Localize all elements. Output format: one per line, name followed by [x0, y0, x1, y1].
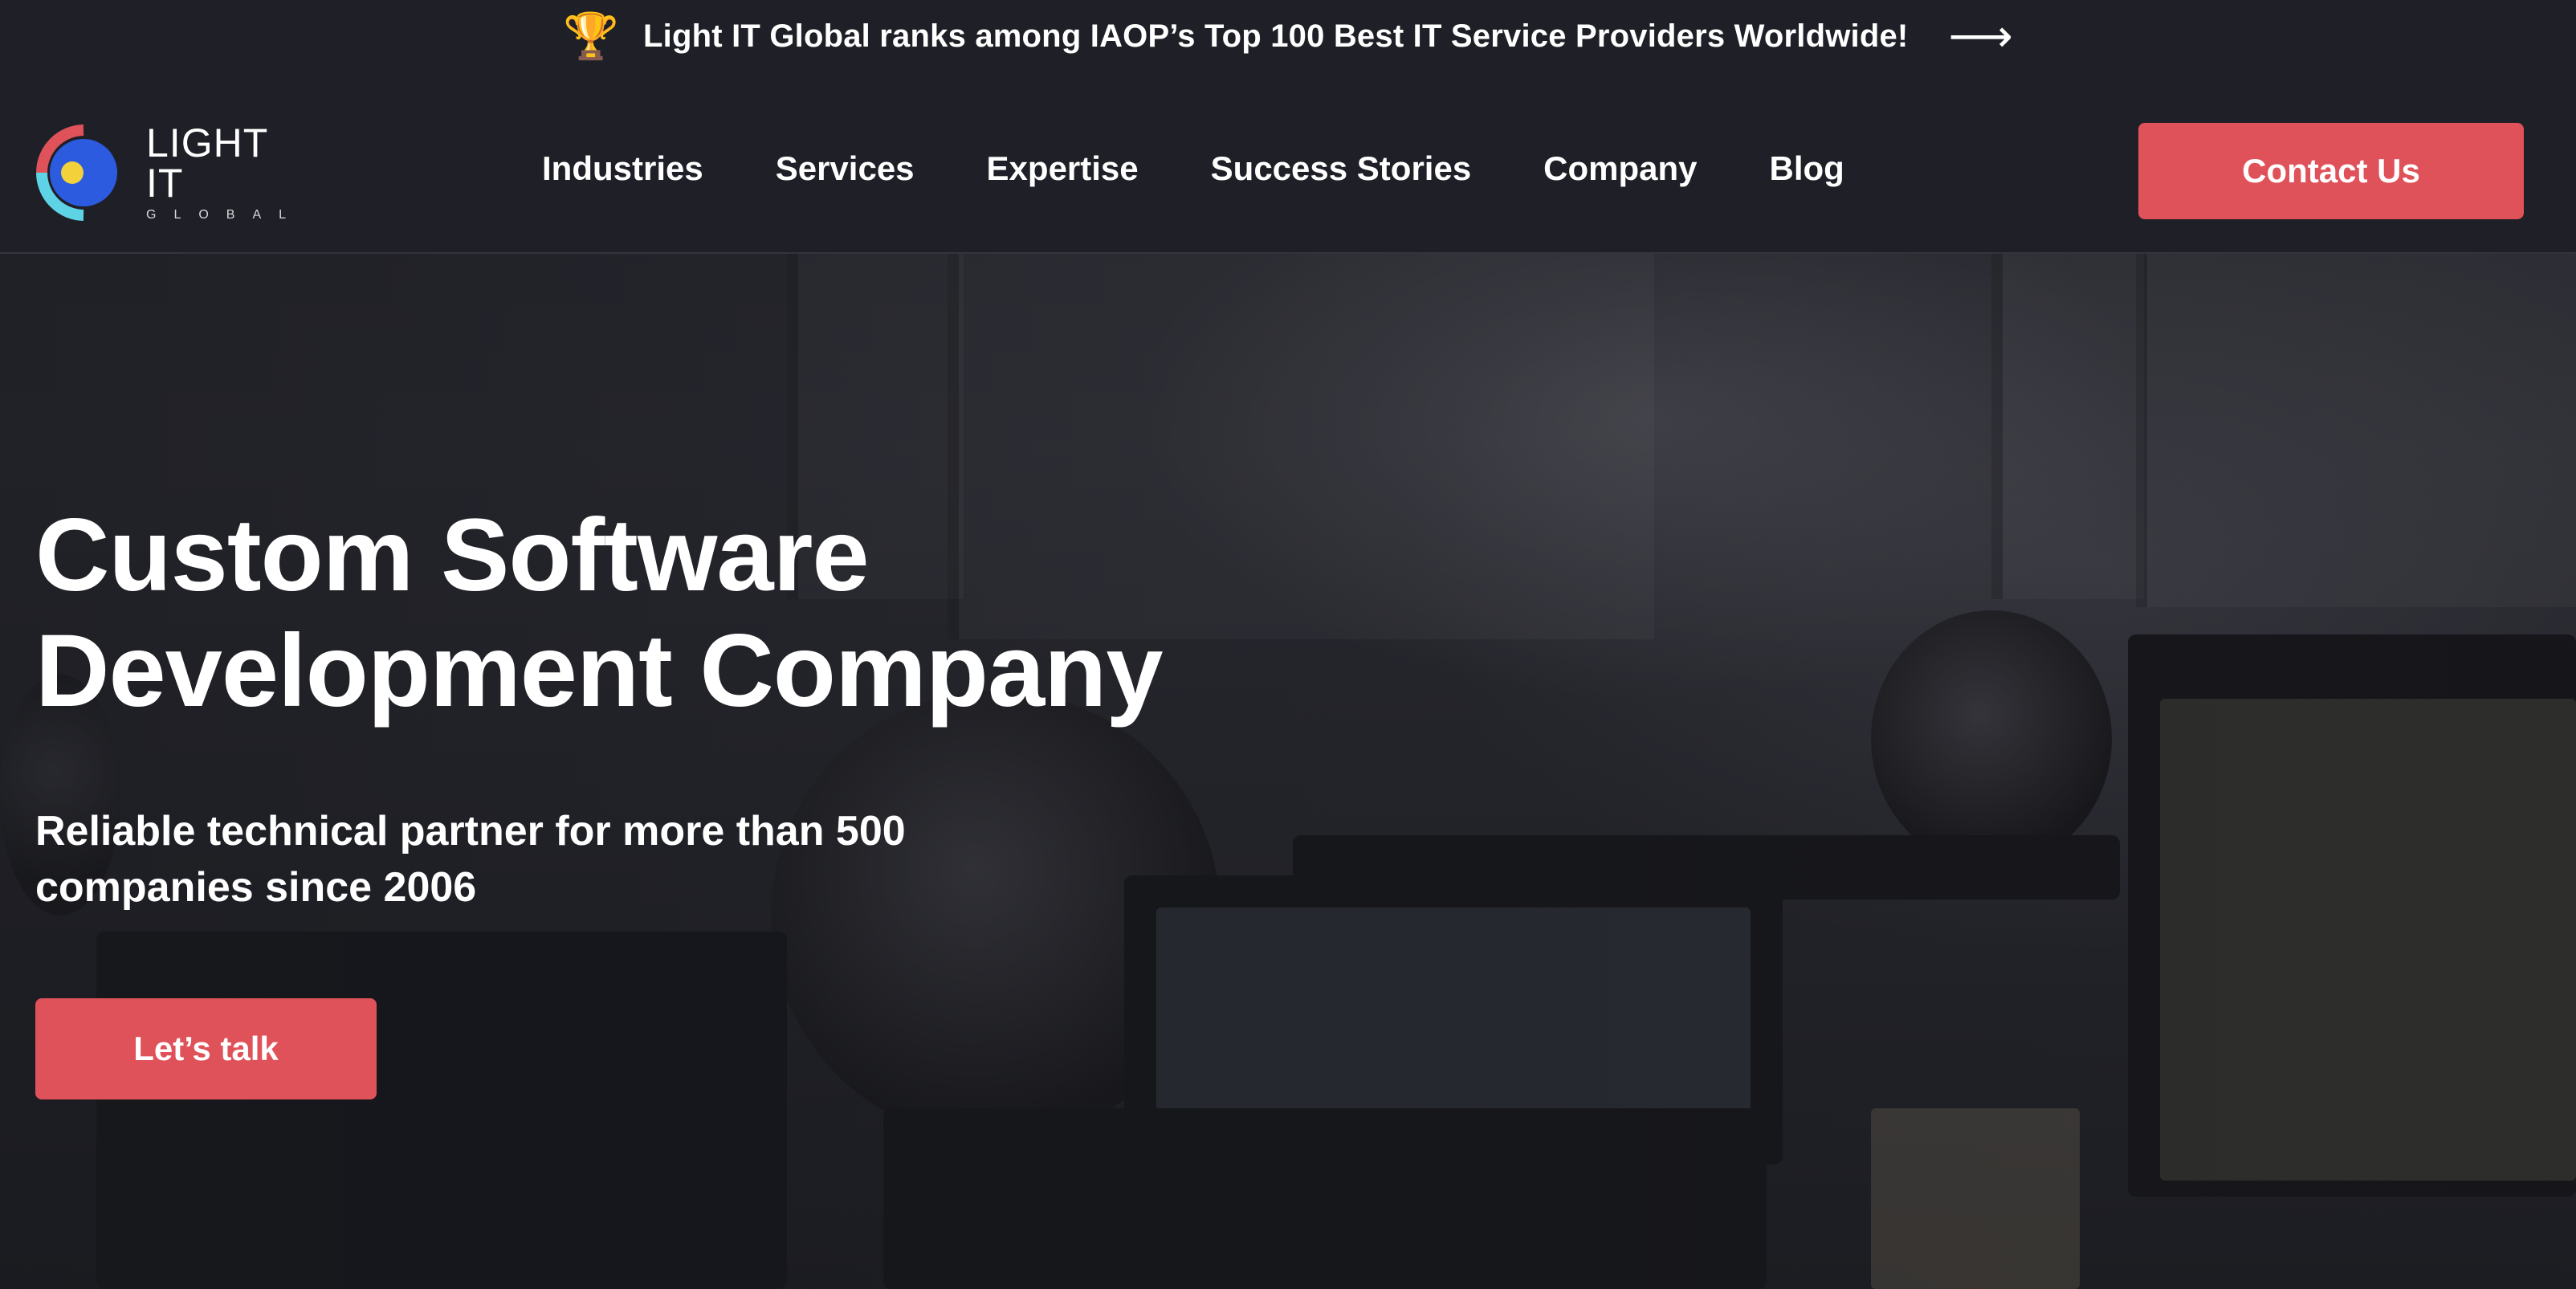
logo[interactable]: LIGHT IT GLOBAL	[35, 120, 308, 222]
nav-item-industries[interactable]: Industries	[542, 149, 703, 188]
hero-subtitle-line-2: companies since 2006	[35, 864, 477, 911]
hero-subtitle-line-1: Reliable technical partner for more than…	[35, 808, 906, 855]
nav-item-blog[interactable]: Blog	[1770, 149, 1844, 188]
page: 🏆 Light IT Global ranks among IAOP’s Top…	[0, 0, 2576, 1289]
arrow-right-icon[interactable]: ⟶	[1948, 14, 2012, 59]
nav-item-company[interactable]: Company	[1543, 149, 1697, 188]
hero-title-line-1: Custom Software	[35, 498, 870, 613]
logo-mark-icon	[36, 124, 117, 221]
nav-item-services[interactable]: Services	[776, 149, 915, 188]
announcement-text[interactable]: Light IT Global ranks among IAOP’s Top 1…	[643, 18, 1908, 55]
site-header: LIGHT IT GLOBAL Industries Services Expe…	[0, 72, 2576, 254]
contact-us-button[interactable]: Contact Us	[2138, 123, 2524, 219]
nav-item-expertise[interactable]: Expertise	[987, 149, 1139, 188]
announcement-bar[interactable]: 🏆 Light IT Global ranks among IAOP’s Top…	[0, 0, 2576, 72]
main-nav: Industries Services Expertise Success St…	[542, 145, 1844, 193]
hero-subtitle: Reliable technical partner for more than…	[35, 803, 1039, 916]
hero-title-line-2: Development Company	[35, 614, 1163, 728]
hero-title: Custom Software Development Company	[35, 498, 1320, 729]
logo-wordmark: LIGHT IT	[146, 120, 268, 206]
logo-subtext: GLOBAL	[146, 208, 304, 222]
nav-item-success-stories[interactable]: Success Stories	[1211, 149, 1472, 188]
lets-talk-button[interactable]: Let’s talk	[35, 998, 377, 1099]
trophy-icon: 🏆	[563, 10, 620, 61]
